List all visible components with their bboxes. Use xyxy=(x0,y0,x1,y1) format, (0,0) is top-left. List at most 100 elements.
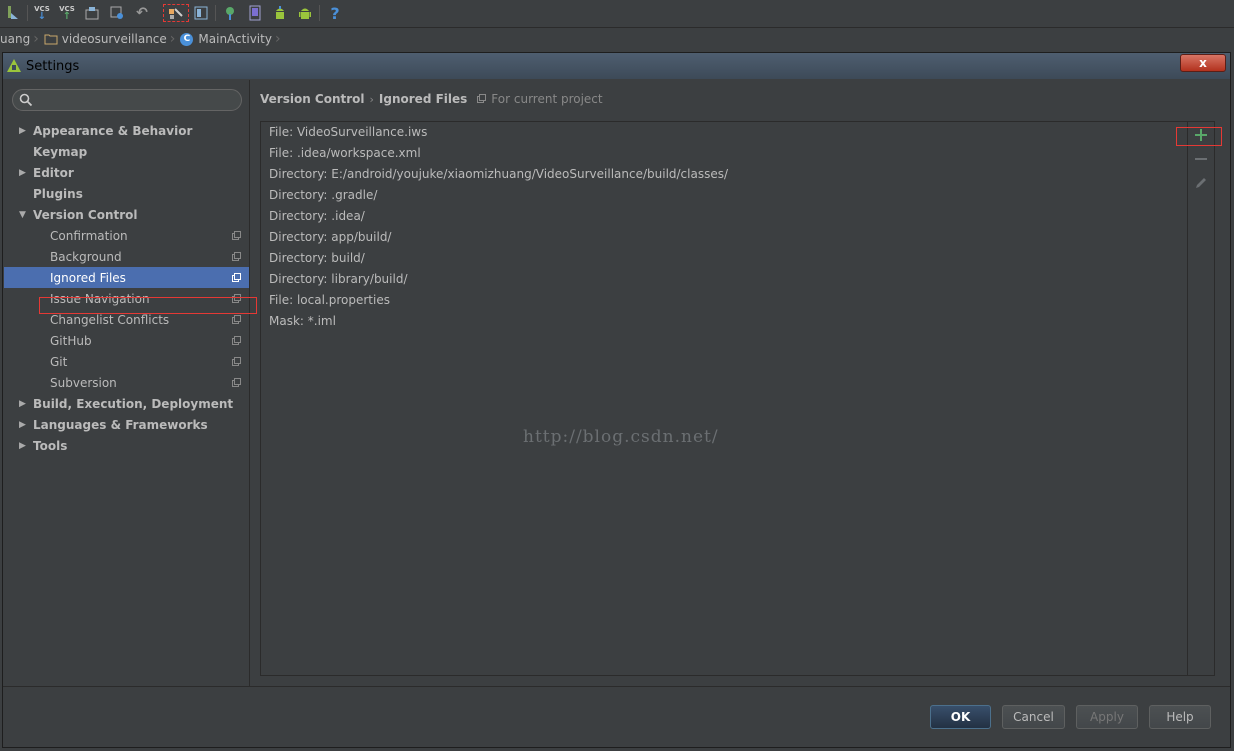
tree-item-label: Build, Execution, Deployment xyxy=(33,396,234,411)
help-button[interactable]: Help xyxy=(1149,705,1211,729)
expand-arrow-icon[interactable]: ▶ xyxy=(19,126,33,136)
breadcrumb-separator-icon: › xyxy=(274,31,281,47)
list-toolbar xyxy=(1176,122,1222,675)
tree-item-languages-frameworks[interactable]: ▶ Languages & Frameworks xyxy=(4,414,249,435)
content-breadcrumb-current: Ignored Files xyxy=(378,92,468,106)
breadcrumb-item-project[interactable]: uang xyxy=(0,32,30,46)
tree-item-label: Appearance & Behavior xyxy=(33,123,193,138)
tree-item-label: Ignored Files xyxy=(50,270,126,285)
breadcrumb-module-label: videosurveillance xyxy=(61,32,167,46)
tree-item-background[interactable]: Background xyxy=(4,246,249,267)
content-breadcrumb: Version Control › Ignored Files For curr… xyxy=(260,92,603,106)
project-level-icon xyxy=(477,94,487,103)
tree-item-label: Subversion xyxy=(50,375,117,390)
android-studio-icon xyxy=(7,59,21,72)
tree-item-confirmation[interactable]: Confirmation xyxy=(4,225,249,246)
add-button[interactable] xyxy=(1188,124,1214,146)
vcs-commit-icon[interactable]: VCS ↑ xyxy=(58,4,76,22)
list-item[interactable]: File: .idea/workspace.xml xyxy=(269,143,728,164)
expand-arrow-icon[interactable]: ▶ xyxy=(19,420,33,430)
watermark-text: http://blog.csdn.net/ xyxy=(523,427,719,447)
sync-gradle-icon[interactable] xyxy=(221,4,239,22)
project-level-icon xyxy=(232,231,241,240)
tree-item-plugins[interactable]: Plugins xyxy=(4,183,249,204)
breadcrumb-item-module[interactable]: videosurveillance xyxy=(44,32,167,46)
tree-item-appearance-behavior[interactable]: ▶ Appearance & Behavior xyxy=(4,120,249,141)
dialog-titlebar[interactable]: Settings x xyxy=(3,53,1230,79)
search-input[interactable] xyxy=(37,92,241,110)
nav-breadcrumb: uang › videosurveillance › C MainActivit… xyxy=(0,28,1234,50)
breadcrumb-chevron-icon: › xyxy=(369,92,374,106)
minus-icon xyxy=(1195,158,1207,160)
breadcrumb-item-class[interactable]: C MainActivity xyxy=(180,32,272,46)
close-icon: x xyxy=(1199,56,1207,70)
breadcrumb-class-label: MainActivity xyxy=(198,32,272,46)
list-item[interactable]: Directory: library/build/ xyxy=(269,269,728,290)
tree-item-subversion[interactable]: Subversion xyxy=(4,372,249,393)
project-level-icon xyxy=(232,294,241,303)
apply-button[interactable]: Apply xyxy=(1076,705,1138,729)
expand-arrow-icon[interactable]: ▶ xyxy=(19,441,33,451)
tree-item-label: Version Control xyxy=(33,207,138,222)
settings-tree: ▶ Appearance & Behavior Keymap ▶ Editor … xyxy=(4,120,249,456)
list-item[interactable]: Directory: app/build/ xyxy=(269,227,728,248)
revert-icon[interactable]: ↶ xyxy=(133,4,151,22)
class-icon: C xyxy=(180,32,194,46)
search-icon xyxy=(19,93,33,107)
content-breadcrumb-parent: Version Control xyxy=(260,92,365,106)
settings-dialog: Settings x ▶ Appearance & Behavior Keyma… xyxy=(2,52,1231,748)
cancel-button[interactable]: Cancel xyxy=(1002,705,1065,729)
ok-button[interactable]: OK xyxy=(930,705,991,729)
edit-button[interactable] xyxy=(1188,172,1214,194)
vcs-history-icon[interactable] xyxy=(108,4,126,22)
sdk-manager-icon[interactable] xyxy=(271,4,289,22)
tree-item-label: Plugins xyxy=(33,186,83,201)
list-item[interactable]: Directory: E:/android/youjuke/xiaomizhua… xyxy=(269,164,728,185)
folder-icon xyxy=(44,34,58,45)
list-item[interactable]: Directory: .gradle/ xyxy=(269,185,728,206)
tree-item-keymap[interactable]: Keymap xyxy=(4,141,249,162)
collapse-arrow-icon[interactable]: ▼ xyxy=(19,210,33,220)
tree-item-label: Keymap xyxy=(33,144,88,159)
tree-item-label: Background xyxy=(50,249,122,264)
tree-item-editor[interactable]: ▶ Editor xyxy=(4,162,249,183)
tree-item-issue-navigation[interactable]: Issue Navigation xyxy=(4,288,249,309)
project-structure-icon[interactable] xyxy=(163,4,189,22)
list-item[interactable]: File: VideoSurveillance.iws xyxy=(269,122,728,143)
tree-item-tools[interactable]: ▶ Tools xyxy=(4,435,249,456)
settings-sidebar: ▶ Appearance & Behavior Keymap ▶ Editor … xyxy=(4,80,257,687)
list-item[interactable]: Mask: *.iml xyxy=(269,311,728,332)
breadcrumb-project-label: uang xyxy=(0,32,31,46)
project-level-icon xyxy=(232,252,241,261)
android-monitor-icon[interactable] xyxy=(296,4,314,22)
help-icon[interactable]: ? xyxy=(326,4,344,23)
tree-item-changelist-conflicts[interactable]: Changelist Conflicts xyxy=(4,309,249,330)
scope-note-label: For current project xyxy=(491,92,603,106)
close-button[interactable]: x xyxy=(1180,54,1226,72)
tree-item-label: Tools xyxy=(33,438,68,453)
tree-item-git[interactable]: Git xyxy=(4,351,249,372)
tree-item-label: Editor xyxy=(33,165,74,180)
tree-item-ignored-files[interactable]: Ignored Files xyxy=(4,267,249,288)
list-item[interactable]: Directory: build/ xyxy=(269,248,728,269)
tree-item-label: Issue Navigation xyxy=(50,291,150,306)
breadcrumb-separator-icon: › xyxy=(33,31,39,47)
remove-button[interactable] xyxy=(1188,148,1214,170)
expand-arrow-icon[interactable]: ▶ xyxy=(19,168,33,178)
tree-item-version-control[interactable]: ▼ Version Control xyxy=(4,204,249,225)
vcs-update-icon[interactable]: VCS ↓ xyxy=(33,4,51,22)
tree-item-github[interactable]: GitHub xyxy=(4,330,249,351)
settings-content: Version Control › Ignored Files For curr… xyxy=(250,80,1228,687)
list-item[interactable]: File: local.properties xyxy=(269,290,728,311)
settings-search xyxy=(12,89,242,111)
run-config-icon[interactable] xyxy=(4,4,22,22)
project-layout-icon[interactable] xyxy=(192,4,210,22)
vcs-compare-icon[interactable] xyxy=(83,4,101,22)
project-level-icon xyxy=(232,336,241,345)
tree-item-label: Languages & Frameworks xyxy=(33,417,208,432)
tree-item-build-execution-deployment[interactable]: ▶ Build, Execution, Deployment xyxy=(4,393,249,414)
dialog-footer: OK Cancel Apply Help xyxy=(3,686,1230,747)
list-item[interactable]: Directory: .idea/ xyxy=(269,206,728,227)
avd-manager-icon[interactable] xyxy=(246,4,264,22)
expand-arrow-icon[interactable]: ▶ xyxy=(19,399,33,409)
